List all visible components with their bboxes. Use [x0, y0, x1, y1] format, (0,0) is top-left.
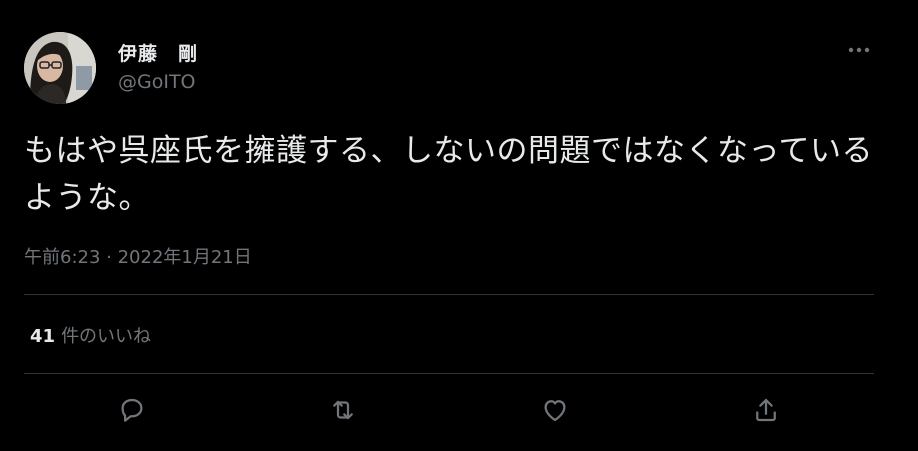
divider	[24, 294, 874, 295]
avatar-image	[24, 32, 96, 104]
retweet-button[interactable]	[323, 390, 363, 430]
share-button[interactable]	[746, 390, 786, 430]
share-icon	[756, 398, 776, 422]
likes-count: 41	[30, 326, 56, 347]
avatar[interactable]	[24, 32, 96, 104]
more-icon	[848, 47, 870, 53]
reply-icon	[121, 398, 143, 422]
likes-label: 件のいいね	[61, 326, 152, 347]
divider	[24, 373, 874, 374]
heart-icon	[544, 400, 566, 422]
tweet: 伊藤 剛 @GoITO もはや呉座氏を擁護する、しないの問題ではなくなっているよ…	[0, 0, 918, 451]
author-handle[interactable]: @GoITO	[118, 71, 196, 93]
reply-button[interactable]	[112, 390, 152, 430]
like-button[interactable]	[535, 390, 575, 430]
tweet-timestamp[interactable]: 午前6:23 · 2022年1月21日	[24, 243, 252, 269]
tweet-text: もはや呉座氏を擁護する、しないの問題ではなくなっているような。	[24, 133, 873, 216]
author-display-name[interactable]: 伊藤 剛	[118, 39, 198, 66]
likes-summary[interactable]: 41 件のいいね	[30, 322, 151, 348]
more-options-button[interactable]	[842, 38, 876, 62]
retweet-icon	[333, 400, 353, 420]
